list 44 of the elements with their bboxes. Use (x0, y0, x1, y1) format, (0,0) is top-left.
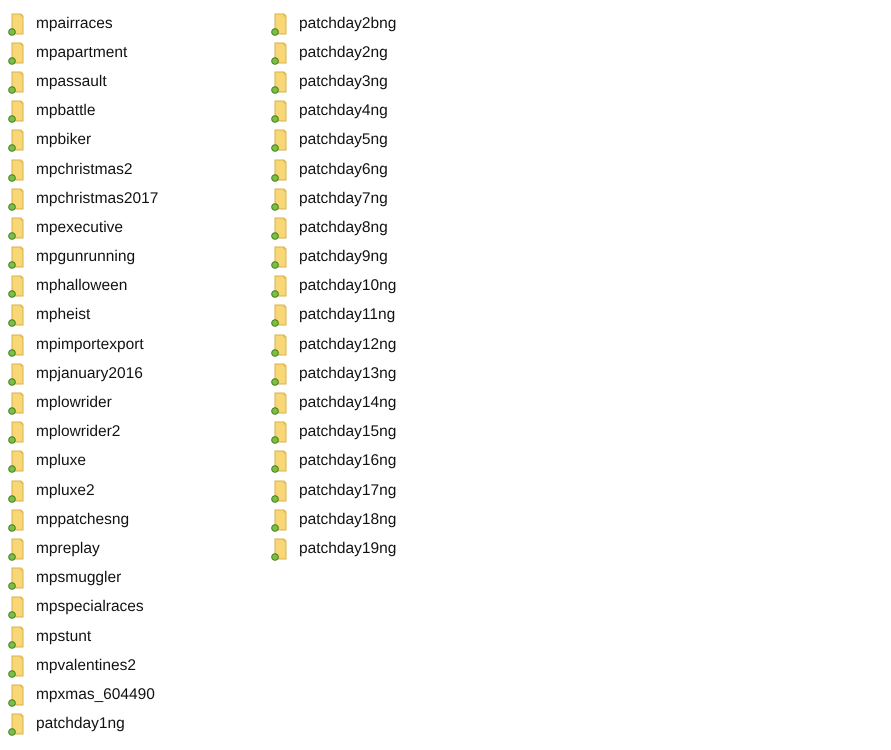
folder-name[interactable]: mpbiker (34, 130, 94, 150)
folder-name[interactable]: mpluxe2 (34, 480, 97, 501)
folder-name[interactable]: mphalloween (34, 276, 130, 296)
folder-name[interactable]: mpimportexport (34, 334, 146, 355)
folder-name[interactable]: mpheist (34, 305, 92, 326)
folder-name[interactable]: mpapartment (34, 42, 130, 63)
folder-name[interactable]: mpassault (34, 72, 109, 92)
folder-name[interactable]: patchday9ng (297, 247, 390, 268)
folder-name[interactable]: patchday16ng (297, 451, 398, 472)
folder-name[interactable]: mpspecialraces (34, 597, 146, 618)
folder-name[interactable]: patchday8ng (297, 218, 390, 238)
folder-name[interactable]: mpxmas_604490 (34, 684, 157, 705)
folder-name[interactable]: mpbattle (34, 101, 98, 122)
folder-name[interactable]: mpexecutive (34, 218, 126, 238)
folder-name[interactable]: patchday12ng (297, 334, 398, 355)
folder-name[interactable]: patchday11ng (297, 305, 398, 326)
folder-name[interactable]: patchday14ng (297, 393, 398, 414)
folder-name[interactable]: mpreplay (34, 538, 102, 559)
folder-name[interactable]: mpchristmas2 (34, 160, 134, 180)
folder-name[interactable]: patchday2ng (297, 42, 390, 63)
folder-name[interactable]: mpchristmas2017 (34, 188, 160, 209)
folder-name[interactable]: patchday17ng (297, 480, 398, 501)
folder-name[interactable]: patchday6ng (297, 160, 390, 180)
folder-name[interactable]: patchday3ng (297, 72, 390, 92)
folder-name[interactable]: mplowrider2 (34, 422, 122, 442)
folder-name[interactable]: patchday19ng (297, 538, 398, 559)
folder-name[interactable]: patchday5ng (297, 130, 390, 150)
folder-name[interactable]: patchday1ng (34, 714, 127, 734)
folder-name[interactable]: mpluxe (34, 451, 88, 472)
folder-name[interactable]: mpairraces (34, 14, 115, 34)
folder-name[interactable]: mpgunrunning (34, 247, 138, 268)
folder-name[interactable]: patchday15ng (297, 422, 398, 442)
folder-name[interactable]: mppatchesng (34, 510, 132, 530)
folder-name[interactable]: patchday13ng (297, 364, 398, 384)
folder-name[interactable]: mpstunt (34, 626, 94, 647)
folder-name[interactable]: patchday4ng (297, 101, 390, 122)
folder-name[interactable]: patchday10ng (297, 276, 398, 296)
folder-name[interactable]: mpjanuary2016 (34, 364, 145, 384)
folder-name[interactable]: mpsmuggler (34, 568, 124, 588)
folder-name[interactable]: mplowrider (34, 393, 114, 414)
folder-name[interactable]: patchday18ng (297, 510, 398, 530)
folder-name[interactable]: mpvalentines2 (34, 656, 138, 676)
folder-name[interactable]: patchday7ng (297, 188, 390, 209)
folder-name[interactable]: patchday2bng (297, 14, 398, 34)
